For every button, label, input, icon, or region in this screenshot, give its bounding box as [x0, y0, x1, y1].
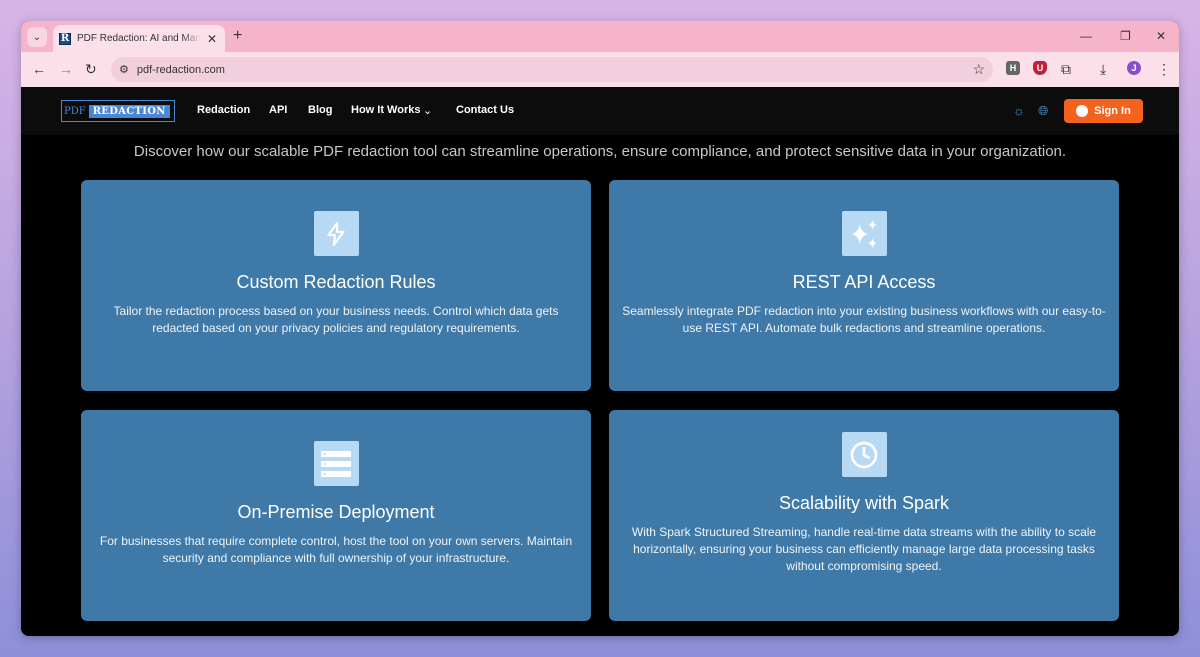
extension-h-icon[interactable]: H	[1006, 61, 1020, 75]
tab-search-button[interactable]: ⌄	[27, 27, 47, 47]
server-icon	[313, 441, 359, 486]
sign-in-label: Sign In	[1094, 105, 1131, 117]
extensions-puzzle-icon[interactable]: ⧉	[1061, 61, 1071, 78]
user-icon	[1076, 105, 1089, 117]
card-description: For businesses that require complete con…	[99, 534, 573, 565]
sparkles-icon	[841, 211, 887, 256]
card-title: Custom Redaction Rules	[236, 272, 436, 292]
nav-link-contact-us[interactable]: Contact Us	[456, 104, 514, 116]
browser-window: ⌄ R PDF Redaction: AI and Manual Redacti…	[21, 21, 1179, 636]
feature-card-rest-api: REST API Access Seamlessly integrate PDF…	[609, 180, 1119, 391]
ublock-icon[interactable]: U	[1033, 61, 1047, 75]
close-window-icon[interactable]: ✕	[1156, 29, 1166, 43]
nav-link-how-it-works[interactable]: How It Works	[351, 104, 420, 116]
browser-toolbar: ← → ↻ ⚙ pdf-redaction.com ☆ H U ⧉ ⤓ J ⋮	[21, 52, 1179, 87]
menu-kebab-icon[interactable]: ⋮	[1157, 61, 1171, 78]
feature-card-custom-rules: Custom Redaction Rules Tailor the redact…	[81, 180, 591, 391]
clock-icon	[841, 432, 887, 477]
card-description: Tailor the redaction process based on yo…	[113, 304, 559, 335]
features-section: Discover how our scalable PDF redaction …	[21, 135, 1179, 636]
new-tab-button[interactable]: +	[233, 27, 242, 45]
language-globe-icon[interactable]: 🌐︎	[1038, 103, 1048, 119]
tab-strip: ⌄ R PDF Redaction: AI and Manual Redacti…	[21, 21, 1179, 52]
chevron-down-icon: ⌄	[32, 31, 42, 43]
lightning-icon	[313, 211, 359, 256]
card-description: With Spark Structured Streaming, handle …	[631, 525, 1097, 573]
back-icon[interactable]: ←	[32, 61, 46, 77]
profile-avatar[interactable]: J	[1127, 61, 1141, 75]
site-header: PDF REDACTION Redaction API Blog How It …	[21, 87, 1179, 135]
chevron-down-icon[interactable]: ⌄	[423, 104, 432, 117]
download-icon[interactable]: ⤓	[1100, 61, 1106, 78]
browser-tab[interactable]: R PDF Redaction: AI and Manual Redaction…	[53, 25, 225, 52]
url-text[interactable]: pdf-redaction.com	[137, 64, 225, 76]
address-bar[interactable]: ⚙ pdf-redaction.com ☆	[111, 57, 993, 82]
section-subtitle: Discover how our scalable PDF redaction …	[133, 143, 1067, 160]
favicon-icon: R	[59, 32, 71, 45]
close-tab-icon[interactable]: ✕	[207, 32, 217, 46]
feature-card-spark: Scalability with Spark With Spark Struct…	[609, 410, 1119, 621]
logo-redaction-text: REDACTION	[88, 104, 170, 118]
card-description: Seamlessly integrate PDF redaction into …	[622, 304, 1106, 335]
site-info-icon[interactable]: ⚙	[119, 63, 129, 76]
restore-icon[interactable]: ❐	[1120, 29, 1131, 43]
theme-toggle-sun-icon[interactable]: ☼	[1013, 103, 1025, 118]
site-logo[interactable]: PDF REDACTION	[61, 100, 175, 122]
forward-icon[interactable]: →	[59, 61, 73, 77]
card-title: REST API Access	[792, 272, 936, 292]
minimize-icon[interactable]: —	[1080, 29, 1092, 43]
nav-link-api[interactable]: API	[269, 104, 287, 116]
sign-in-button[interactable]: Sign In	[1064, 99, 1143, 123]
logo-pdf-text: PDF	[64, 105, 86, 117]
bookmark-star-icon[interactable]: ☆	[972, 61, 985, 78]
tab-title: PDF Redaction: AI and Manual Redaction	[77, 33, 201, 44]
card-title: On-Premise Deployment	[237, 502, 435, 522]
feature-card-on-premise: On-Premise Deployment For businesses tha…	[81, 410, 591, 621]
nav-link-redaction[interactable]: Redaction	[197, 104, 250, 116]
nav-link-blog[interactable]: Blog	[308, 104, 332, 116]
card-title: Scalability with Spark	[778, 493, 950, 513]
reload-icon[interactable]: ↻	[85, 61, 97, 78]
